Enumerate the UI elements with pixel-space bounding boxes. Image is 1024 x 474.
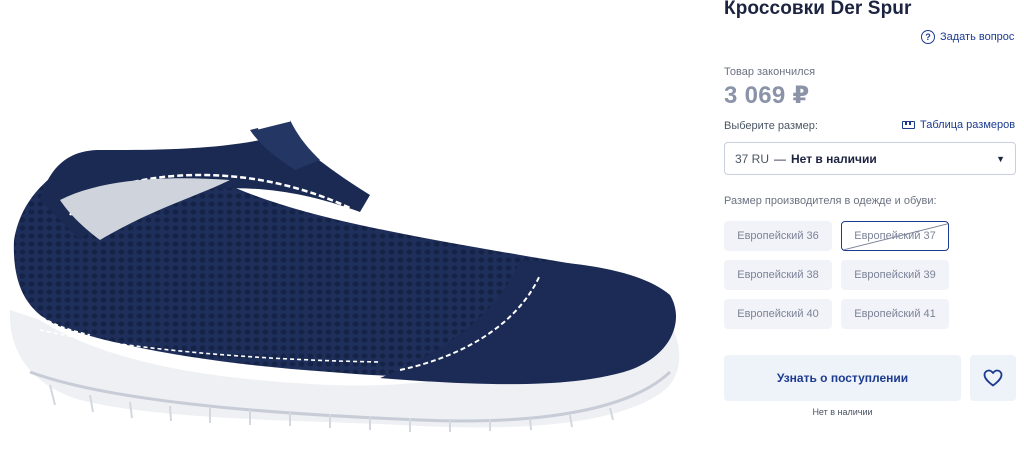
heart-icon	[983, 369, 1003, 387]
manufacturer-size-label: Размер производителя в одежде и обуви:	[724, 195, 937, 207]
ruler-icon	[902, 121, 915, 129]
size-chip-36[interactable]: Европейский 36	[724, 221, 832, 251]
stock-status: Товар закончился	[724, 66, 816, 78]
size-table-link[interactable]: Таблица размеров	[902, 119, 1015, 131]
product-image[interactable]	[0, 0, 700, 474]
size-select-label: Выберите размер:	[724, 120, 818, 132]
size-table-label: Таблица размеров	[920, 119, 1016, 131]
not-available-note: Нет в наличии	[812, 407, 873, 417]
size-chip-40[interactable]: Европейский 40	[724, 299, 832, 329]
size-separator: —	[774, 151, 787, 166]
size-chip-38[interactable]: Европейский 38	[724, 260, 832, 290]
size-chip-41[interactable]: Европейский 41	[841, 299, 949, 329]
notify-arrival-button[interactable]: Узнать о поступлении	[724, 355, 961, 401]
size-select[interactable]: 37 RU — Нет в наличии ▼	[724, 142, 1016, 175]
selected-size-availability: Нет в наличии	[791, 151, 877, 166]
product-title: Кроссовки Der Spur	[724, 0, 912, 19]
ask-question-label: Задать вопрос	[940, 31, 1015, 43]
sneaker-illustration	[9, 118, 680, 432]
selected-size: 37 RU	[735, 151, 770, 166]
ask-question-link[interactable]: ? Задать вопрос	[921, 30, 1014, 44]
question-circle-icon: ?	[921, 30, 935, 44]
size-chip-37-selected[interactable]: Европейский 37	[841, 221, 949, 251]
product-price: 3 069 ₽	[724, 82, 810, 109]
size-chip-39[interactable]: Европейский 39	[841, 260, 949, 290]
favorite-button[interactable]	[970, 355, 1016, 401]
product-panel: Кроссовки Der Spur ? Задать вопрос Товар…	[724, 0, 1024, 474]
caret-down-icon: ▼	[996, 153, 1005, 164]
